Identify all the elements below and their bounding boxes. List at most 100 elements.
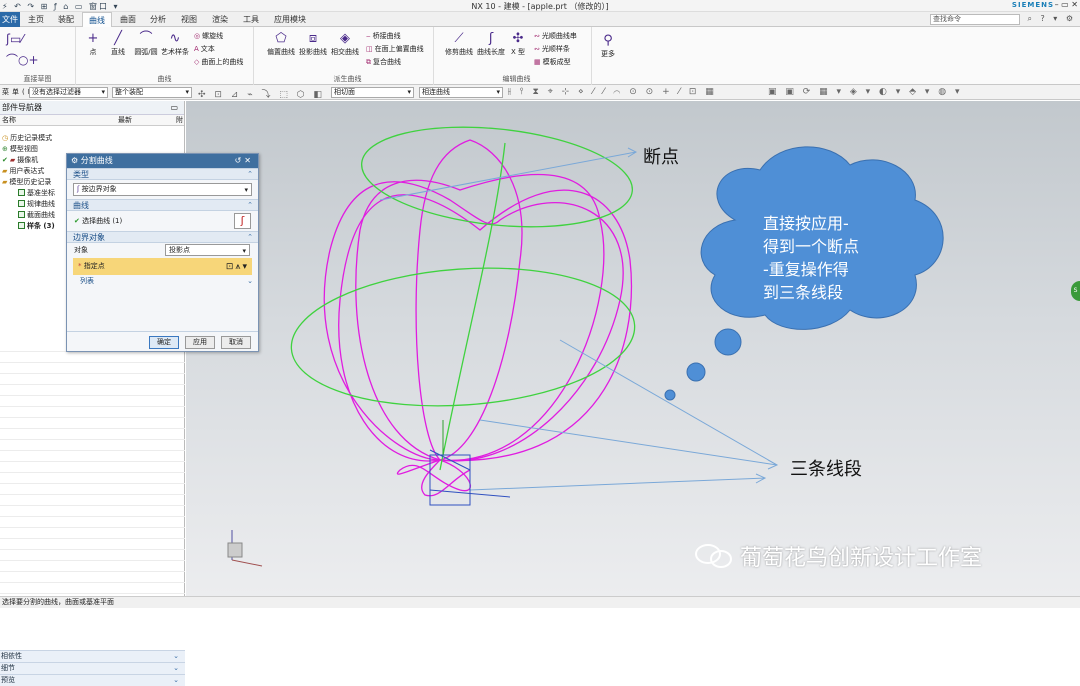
tree-item-label: 规律曲线: [27, 200, 55, 208]
maximize-icon[interactable]: ▭: [170, 101, 178, 115]
column-latest[interactable]: 最新: [118, 115, 132, 126]
command-search-input[interactable]: 查找命令: [930, 14, 1020, 25]
sketch-tools-icons[interactable]: ʃ▭⁄: [6, 32, 23, 46]
section-curve[interactable]: 曲线 ⌃: [67, 199, 258, 211]
x-form-button[interactable]: ✣ X 型: [506, 31, 530, 57]
composite-curve-button[interactable]: ⧉ 复合曲线: [366, 57, 401, 67]
bridge-curve-button[interactable]: ⌢ 桥接曲线: [366, 31, 401, 41]
reset-icon[interactable]: ↺: [235, 156, 245, 165]
curve-on-surface-button[interactable]: ◇ 曲面上的曲线: [194, 57, 243, 67]
list-row[interactable]: 列表 ⌄: [67, 275, 258, 287]
offset-curve-button[interactable]: ⬠ 偏置曲线: [266, 31, 296, 57]
tree-item[interactable]: 截面曲线: [18, 210, 55, 221]
tab-home[interactable]: 主页: [22, 12, 50, 27]
window-controls[interactable]: – ▭ ✕: [1055, 0, 1078, 9]
side-resource-tab[interactable]: S: [1071, 281, 1080, 301]
dialog-controls[interactable]: ↺✕: [235, 154, 254, 168]
template-shaping-label: 模板成型: [542, 58, 571, 66]
tree-item[interactable]: 样条 (3): [18, 221, 55, 232]
chevron-down-icon: ⌄: [173, 664, 179, 672]
ok-button[interactable]: 确定: [149, 336, 179, 349]
text-button[interactable]: A 文本: [194, 44, 215, 54]
project-curve-button[interactable]: ⧈ 投影曲线: [298, 31, 328, 57]
apply-button[interactable]: 应用: [185, 336, 215, 349]
point-button[interactable]: + 点: [82, 31, 104, 57]
spline-button[interactable]: ∿ 艺术样条: [160, 31, 190, 57]
selection-filter-dropdown[interactable]: 没有选择过滤器: [29, 87, 108, 98]
panel-label: 预览: [1, 676, 15, 684]
line-icon: ╱: [114, 31, 122, 46]
line-button[interactable]: ╱ 直线: [106, 31, 130, 57]
arc-icon: ⌒: [139, 31, 153, 46]
selection-scope-dropdown[interactable]: 整个装配: [112, 87, 192, 98]
dialog-title-bar[interactable]: ⚙ 分割曲线 ↺✕: [67, 154, 258, 168]
intersect-curve-button[interactable]: ◈ 相交曲线: [330, 31, 360, 57]
template-shaping-button[interactable]: ▦ 模板成型: [534, 57, 571, 67]
tree-item-label: 模型视图: [9, 145, 38, 153]
arc-button[interactable]: ⌒ 圆弧/圆: [132, 31, 160, 57]
tab-tools[interactable]: 工具: [236, 12, 266, 27]
tab-curve[interactable]: 曲线: [82, 12, 112, 27]
trim-curve-icon: ⟋: [454, 31, 464, 46]
more-button[interactable]: ⚲ 更多: [597, 33, 619, 59]
tab-file[interactable]: 文件: [0, 12, 20, 27]
cancel-button[interactable]: 取消: [221, 336, 251, 349]
specify-point-label: 指定点: [83, 262, 105, 270]
close-icon[interactable]: ✕: [244, 156, 254, 165]
point-snap-icons[interactable]: ⫲ ⫯ ⧗ ⌖ ⊹ ⋄ ⁄ ⁄ ⌒ ⊙ ⊙ + ⁄ ⊡ ▦: [508, 87, 717, 97]
checkbox[interactable]: [18, 200, 25, 207]
window-title: NX 10 - 建模 - [apple.prt （修改的）]: [471, 2, 609, 11]
tree-item[interactable]: 规律曲线: [18, 199, 55, 210]
point-dialog-buttons[interactable]: ⊡⩚▾: [226, 259, 249, 276]
checkbox[interactable]: [18, 211, 25, 218]
snap-tools-icons[interactable]: ✣ ⊡ ⊿ ⌁ ⤵ ⬚ ⬡ ◧: [198, 87, 325, 100]
tab-assembly[interactable]: 装配: [52, 12, 80, 27]
select-curve-row[interactable]: ✔ 选择曲线 (1) ʃ: [67, 211, 258, 231]
section-boundary[interactable]: 边界对象 ⌃: [67, 231, 258, 243]
tree-item[interactable]: ✔ ▰ 摄像机: [2, 155, 38, 166]
panel-dependencies[interactable]: 相依性 ⌄: [0, 650, 185, 662]
type-dropdown[interactable]: ʃ 按边界对象: [73, 183, 252, 196]
arc-label: 圆弧/圆: [134, 48, 158, 56]
tree-item[interactable]: ⊕ 模型视图: [2, 144, 38, 155]
point-dialog-icon[interactable]: ⊡: [226, 262, 236, 272]
sketch-tools-icons-row2[interactable]: ⌒○+: [6, 51, 39, 68]
curve-length-button[interactable]: ʃ 曲线长度: [476, 31, 506, 57]
bridge-curve-icon: ⌢: [366, 32, 371, 40]
view-tools-icons[interactable]: ▣ ▣ ⟳ ▦ ▾ ◈ ▾ ◐ ▾ ⬘ ▾ ◍ ▾: [768, 87, 963, 97]
tab-applications[interactable]: 应用模块: [268, 12, 312, 27]
ribbon-tab-bar: 文件 主页 装配 曲线 曲面 分析 视图 渲染 工具 应用模块 查找命令 ⌕ ?…: [0, 12, 1080, 27]
column-extra[interactable]: 附: [176, 115, 183, 126]
panel-preview[interactable]: 预览 ⌄: [0, 674, 185, 686]
graphics-viewport[interactable]: S: [186, 101, 1080, 596]
column-name[interactable]: 名称: [2, 115, 16, 126]
panel-details[interactable]: 细节 ⌄: [0, 662, 185, 674]
tree-item-label: 摄像机: [17, 156, 39, 164]
smooth-curve-string-button[interactable]: ∾ 光顺曲线串: [534, 31, 577, 41]
object-row: 对象 投影点: [67, 243, 258, 258]
trim-curve-button[interactable]: ⟋ 修剪曲线: [444, 31, 474, 57]
object-dropdown[interactable]: 投影点: [165, 244, 250, 256]
face-rule-dropdown[interactable]: 相切面: [331, 87, 414, 98]
tree-item[interactable]: ▰ 模型历史记录: [2, 177, 51, 188]
smooth-spline-button[interactable]: ∾ 光顺样条: [534, 44, 570, 54]
specify-point-row[interactable]: * 指定点 ⊡⩚▾: [73, 258, 252, 275]
tab-render[interactable]: 渲染: [206, 12, 234, 27]
tree-item[interactable]: ▰ 用户表达式: [2, 166, 44, 177]
checkbox[interactable]: [18, 222, 25, 229]
tab-view[interactable]: 视图: [174, 12, 204, 27]
ribbon-utility-icons[interactable]: ⌕ ? ▾ ⚙: [1027, 14, 1076, 24]
smooth-string-icon: ∾: [534, 32, 540, 40]
curve-rule-dropdown[interactable]: 相连曲线: [419, 87, 503, 98]
helix-button[interactable]: ◎ 螺旋线: [194, 31, 223, 41]
select-curve-button[interactable]: ʃ: [234, 213, 251, 229]
section-type[interactable]: 类型 ⌃: [67, 168, 258, 180]
tree-item[interactable]: ◷ 历史记录模式: [2, 133, 52, 144]
checkbox[interactable]: [18, 189, 25, 196]
inferred-point-icon[interactable]: ⩚▾: [235, 262, 249, 272]
intersect-curve-label: 相交曲线: [331, 48, 359, 56]
offset-in-face-button[interactable]: ◫ 在面上偏置曲线: [366, 44, 424, 54]
tab-surface[interactable]: 曲面: [114, 12, 142, 27]
tree-item[interactable]: 基准坐标: [18, 188, 55, 199]
tab-analysis[interactable]: 分析: [144, 12, 172, 27]
